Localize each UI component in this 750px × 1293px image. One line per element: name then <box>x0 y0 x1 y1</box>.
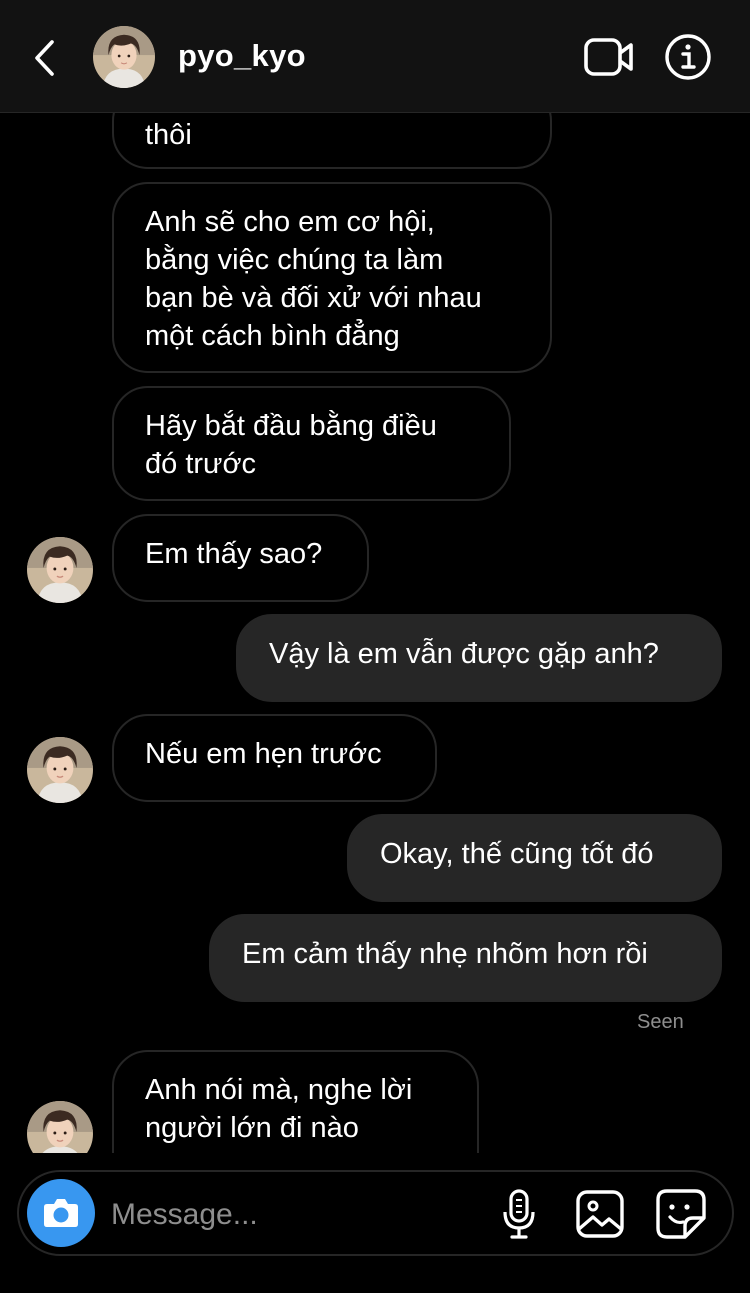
camera-icon <box>44 1199 78 1227</box>
message-text: thôi <box>145 119 192 151</box>
message-thread[interactable]: thôi Anh sẽ cho em cơ hội, bằng việc chú… <box>0 113 750 1153</box>
message-input[interactable] <box>109 1192 483 1238</box>
message-text: Anh sẽ cho em cơ hội, bằng việc chúng ta… <box>145 206 482 352</box>
message-text: Nếu em hẹn trước <box>145 738 382 770</box>
message-text: Em cảm thấy nhẹ nhõm hơn rồi <box>242 938 648 970</box>
voice-message-button[interactable] <box>499 1188 539 1240</box>
microphone-icon <box>503 1189 535 1239</box>
avatar[interactable] <box>27 1101 93 1153</box>
sticker-icon <box>656 1189 706 1239</box>
message-text: Em thấy sao? <box>145 538 323 570</box>
message-text: Okay, thế cũng tốt đó <box>380 838 654 870</box>
video-camera-icon <box>584 38 633 76</box>
message-bubble[interactable]: Vậy là em vẫn được gặp anh? <box>236 614 722 702</box>
header-username[interactable]: pyo_kyo <box>178 38 306 74</box>
chevron-left-icon <box>35 40 54 76</box>
message-bubble[interactable]: Hãy bắt đầu bằng điều đó trước <box>112 386 511 501</box>
message-bubble[interactable]: Okay, thế cũng tốt đó <box>347 814 722 902</box>
sticker-button[interactable] <box>655 1188 707 1240</box>
camera-button[interactable] <box>27 1179 95 1247</box>
seen-status: Seen <box>637 1011 684 1033</box>
message-bubble[interactable]: Anh sẽ cho em cơ hội, bằng việc chúng ta… <box>112 182 552 373</box>
avatar[interactable] <box>27 737 93 803</box>
message-text: Vậy là em vẫn được gặp anh? <box>269 638 659 670</box>
message-bubble[interactable]: Anh nói mà, nghe lời người lớn đi nào <box>112 1050 479 1153</box>
message-text: Hãy bắt đầu bằng điều đó trước <box>145 410 437 480</box>
message-bubble[interactable]: Em cảm thấy nhẹ nhõm hơn rồi <box>209 914 722 1002</box>
video-call-button[interactable] <box>583 37 635 77</box>
message-bubble[interactable]: Nếu em hẹn trước <box>112 714 437 802</box>
message-composer <box>17 1170 734 1256</box>
message-bubble[interactable]: thôi <box>112 113 552 169</box>
back-button[interactable] <box>30 38 60 78</box>
message-bubble[interactable]: Em thấy sao? <box>112 514 369 602</box>
thread-header: pyo_kyo <box>0 0 750 113</box>
message-text: Anh nói mà, nghe lời người lớn đi nào <box>145 1074 413 1144</box>
avatar[interactable] <box>93 26 155 88</box>
info-icon <box>665 34 711 80</box>
gallery-button[interactable] <box>575 1189 625 1239</box>
avatar[interactable] <box>27 537 93 603</box>
info-button[interactable] <box>664 33 712 81</box>
image-icon <box>576 1190 624 1238</box>
